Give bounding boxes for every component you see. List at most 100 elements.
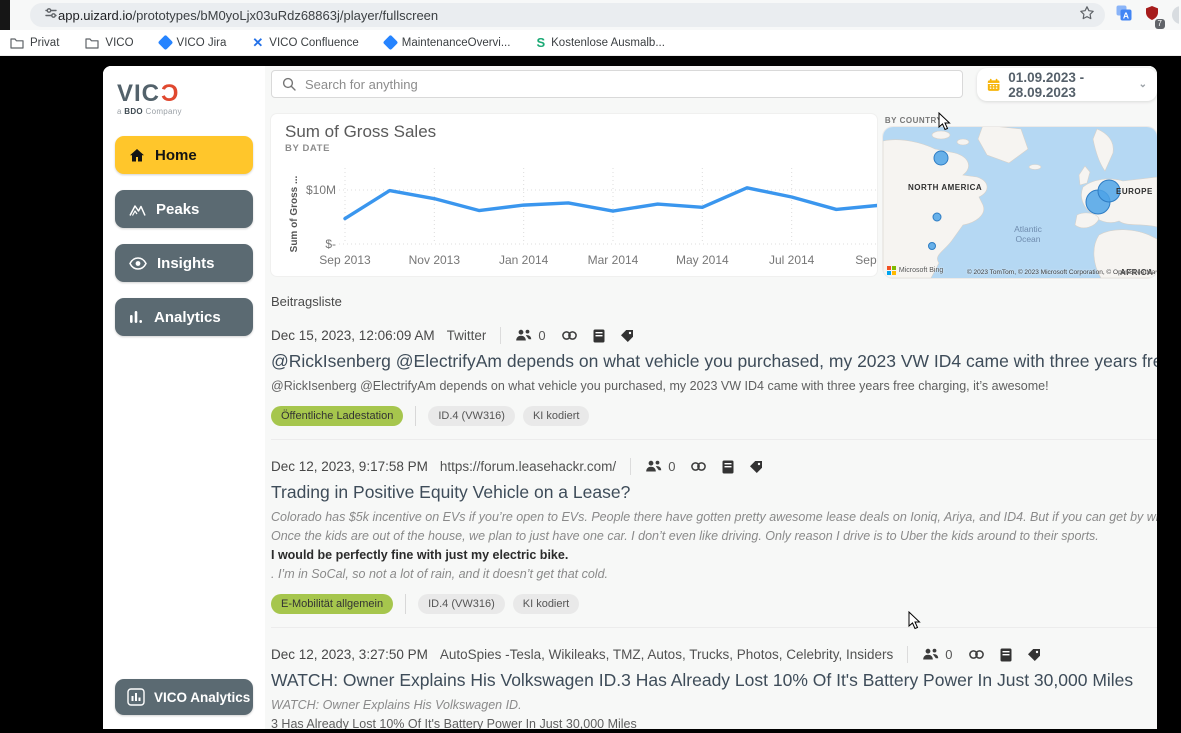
search-icon xyxy=(282,77,296,91)
post-divider xyxy=(271,439,1157,440)
audience-icon[interactable] xyxy=(515,329,534,343)
bookmark-star-icon[interactable] xyxy=(1079,5,1095,26)
audience-count: 0 xyxy=(945,647,952,662)
site-info-icon[interactable] xyxy=(44,6,58,25)
url-bar[interactable]: app.uizard.io/prototypes/bM0yoLjx03uRdz6… xyxy=(30,3,1105,27)
svg-text:Nov 2013: Nov 2013 xyxy=(409,253,461,267)
chevron-down-icon: ⌄ xyxy=(1139,79,1147,90)
tag-divider xyxy=(405,594,406,614)
window-edge xyxy=(0,0,10,30)
home-icon xyxy=(129,148,145,163)
map-bubble-canada[interactable] xyxy=(934,151,948,165)
audience-count: 0 xyxy=(538,328,545,343)
audience-icon[interactable] xyxy=(922,648,941,662)
confluence-icon: ✕ xyxy=(252,36,263,49)
sidebar-item-peaks[interactable]: Peaks xyxy=(115,190,253,228)
chart-title: Sum of Gross Sales xyxy=(285,122,877,142)
audience-count: 0 xyxy=(668,459,675,474)
posts-list: Dec 15, 2023, 12:06:09 AM Twitter 0 @Ric… xyxy=(271,327,1157,729)
book-icon[interactable] xyxy=(722,460,734,474)
book-icon[interactable] xyxy=(1000,648,1012,662)
link-icon[interactable] xyxy=(968,648,985,661)
country-map[interactable]: NORTH AMERICA EUROPE AFRICA Atlantic Oce… xyxy=(883,127,1157,278)
gross-sales-line-chart: $10M$-Sep 2013Nov 2013Jan 2014Mar 2014Ma… xyxy=(285,154,877,272)
tag-pill-gray[interactable]: KI kodiert xyxy=(523,406,589,426)
post-body: @RickIsenberg @ElectrifyAm depends on wh… xyxy=(271,377,1157,396)
tag-icon[interactable] xyxy=(620,329,634,343)
meta-divider xyxy=(630,458,631,475)
peaks-icon xyxy=(129,202,146,217)
chart-subtitle: BY DATE xyxy=(285,143,877,154)
post-source[interactable]: https://forum.leasehackr.com/ xyxy=(440,459,616,474)
book-icon[interactable] xyxy=(593,329,605,343)
main-content: 01.09.2023 - 28.09.2023 ⌄ Sum of Gross S… xyxy=(265,66,1157,729)
post-item: Dec 15, 2023, 12:06:09 AM Twitter 0 @Ric… xyxy=(271,327,1157,440)
search-input[interactable] xyxy=(305,77,952,92)
tag-pill-gray[interactable]: KI kodiert xyxy=(513,594,579,614)
post-body: Colorado has $5k incentive on EVs if you… xyxy=(271,508,1157,584)
post-tags: Öffentliche Ladestation ID.4 (VW316) KI ko… xyxy=(271,406,1157,426)
post-title[interactable]: WATCH: Owner Explains His Volkswagen ID.… xyxy=(271,670,1157,691)
bookmark-kostenlose[interactable]: SKostenlose Ausmalb... xyxy=(536,36,664,49)
map-label-europe: EUROPE xyxy=(1116,187,1153,196)
svg-text:Jan 2014: Jan 2014 xyxy=(499,253,549,267)
bookmark-privat[interactable]: Privat xyxy=(10,37,59,49)
vico-logo: VICC a BDO Company xyxy=(103,66,265,116)
bookmarks-bar: Privat VICO VICO Jira ✕VICO Confluence M… xyxy=(0,30,1181,56)
svg-text:Sep 2014: Sep 2014 xyxy=(855,253,877,267)
folder-icon xyxy=(11,39,23,48)
post-source[interactable]: AutoSpies -Tesla, Wikileaks, TMZ, Autos,… xyxy=(440,647,893,662)
map-canvas: NORTH AMERICA EUROPE AFRICA Atlantic Oce… xyxy=(883,127,1157,278)
map-bubble-united-states[interactable] xyxy=(933,213,941,221)
audience-icon[interactable] xyxy=(645,460,664,474)
post-body-line: 3 Has Already Lost 10% Of It's Battery P… xyxy=(271,715,1157,729)
post-date: Dec 12, 2023, 3:27:50 PM xyxy=(271,647,428,662)
tag-pill-green[interactable]: Öffentliche Ladestation xyxy=(271,406,403,426)
sidebar-item-insights[interactable]: Insights xyxy=(115,244,253,282)
extension-icon[interactable]: 7 xyxy=(1144,5,1160,26)
tag-pill-gray[interactable]: ID.4 (VW316) xyxy=(428,406,515,426)
bookmark-vico-confluence[interactable]: ✕VICO Confluence xyxy=(252,36,358,49)
svg-text:Jul 2014: Jul 2014 xyxy=(769,253,815,267)
tag-pill-green[interactable]: E-Mobilität allgemein xyxy=(271,594,393,614)
post-title[interactable]: @RickIsenberg @ElectrifyAm depends on wh… xyxy=(271,351,1157,372)
bookmark-maintenance[interactable]: MaintenanceOvervi... xyxy=(385,37,511,49)
url-domain: app.uizard.io xyxy=(58,8,132,23)
svg-text:May 2014: May 2014 xyxy=(676,253,729,267)
translate-icon[interactable]: A xyxy=(1116,5,1132,26)
svg-text:$10M: $10M xyxy=(306,183,336,197)
vico-analytics-button[interactable]: VICO Analytics xyxy=(115,679,253,715)
sidebar-item-analytics[interactable]: Analytics xyxy=(115,298,253,336)
svg-text:$-: $- xyxy=(325,237,336,251)
post-body-line: @RickIsenberg @ElectrifyAm depends on wh… xyxy=(271,377,1157,396)
map-label-atlantic-1: Atlantic xyxy=(1014,224,1043,234)
bookmark-vico-jira[interactable]: VICO Jira xyxy=(160,37,227,49)
gross-sales-chart-card: Sum of Gross Sales BY DATE $10M $- Sep 201… xyxy=(271,114,877,276)
country-map-card: BY COUNTRY xyxy=(883,114,1157,278)
url-text[interactable]: app.uizard.io/prototypes/bM0yoLjx03uRdz6… xyxy=(58,8,1079,23)
post-meta: Dec 15, 2023, 12:06:09 AM Twitter 0 xyxy=(271,327,1157,344)
post-meta: Dec 12, 2023, 9:17:58 PM https://forum.l… xyxy=(271,458,1157,475)
sidebar-item-home[interactable]: Home xyxy=(115,136,253,174)
tag-pill-gray[interactable]: ID.4 (VW316) xyxy=(418,594,505,614)
meta-divider xyxy=(907,646,908,663)
map-label-atlantic-2: Ocean xyxy=(1015,234,1040,244)
map-attribution: © 2023 TomTom, © 2023 Microsoft Corporat… xyxy=(967,269,1157,276)
svg-text:Mar 2014: Mar 2014 xyxy=(588,253,639,267)
date-range-label: 01.09.2023 - 28.09.2023 xyxy=(1008,70,1130,100)
post-title[interactable]: Trading in Positive Equity Vehicle on a … xyxy=(271,482,1157,503)
url-path: /prototypes/bM0yoLjx03uRdz68863j/player/… xyxy=(132,8,438,23)
bookmark-vico[interactable]: VICO xyxy=(85,37,133,49)
post-source[interactable]: Twitter xyxy=(447,328,487,343)
search-box[interactable] xyxy=(271,70,963,98)
link-icon[interactable] xyxy=(561,329,578,342)
post-meta: Dec 12, 2023, 3:27:50 PM AutoSpies -Tesl… xyxy=(271,646,1157,663)
date-range-picker[interactable]: 01.09.2023 - 28.09.2023 ⌄ xyxy=(977,68,1157,101)
post-body-line: WATCH: Owner Explains His Volkswagen ID. xyxy=(271,696,1157,715)
tag-icon[interactable] xyxy=(749,460,763,474)
profile-avatar[interactable] xyxy=(1172,5,1179,25)
tag-icon[interactable] xyxy=(1027,648,1041,662)
map-bubble-mexico[interactable] xyxy=(928,243,935,250)
browser-toolbar: app.uizard.io/prototypes/bM0yoLjx03uRdz6… xyxy=(0,0,1181,30)
link-icon[interactable] xyxy=(690,460,707,473)
